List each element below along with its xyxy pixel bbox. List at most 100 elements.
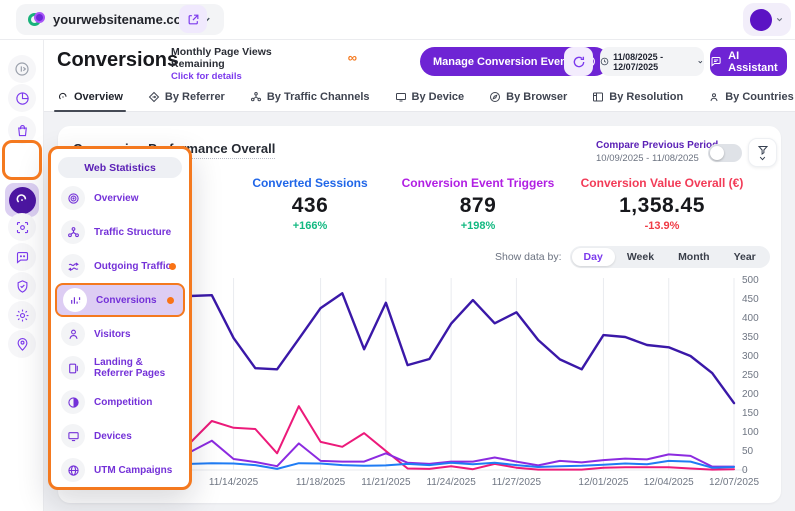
competition-icon: [61, 390, 85, 414]
tabs-bar: Overview By Referrer By Traffic Channels…: [44, 83, 795, 112]
site-name: yourwebsitename.com: [53, 12, 194, 27]
ai-button-label: AI Assistant: [728, 49, 778, 74]
open-site-button[interactable]: [179, 5, 207, 33]
menu-item-overview[interactable]: Overview: [55, 181, 185, 215]
menu-item-label: UTM Campaigns: [94, 464, 173, 476]
outgoing-traffic-icon: [61, 254, 85, 278]
menu-item-label: Competition: [94, 396, 153, 408]
visitors-icon: [61, 322, 85, 346]
web-statistics-menu: Web Statistics Overview Traffic Structur…: [48, 146, 192, 490]
menu-item-label: Traffic Structure: [94, 226, 172, 238]
top-bar: yourwebsitename.com: [0, 0, 795, 40]
svg-text:11/21/2025: 11/21/2025: [361, 477, 411, 488]
rail-item-local[interactable]: [8, 330, 36, 358]
conversions-icon: [63, 288, 87, 312]
tab-by-referrer[interactable]: By Referrer: [148, 83, 225, 112]
menu-item-conversions[interactable]: Conversions: [55, 283, 185, 317]
tab-label: Overview: [74, 91, 123, 103]
refresh-button[interactable]: [564, 47, 593, 76]
devices-icon: [61, 424, 85, 448]
tab-by-browser[interactable]: By Browser: [489, 83, 567, 112]
svg-text:350: 350: [742, 332, 759, 343]
svg-text:400: 400: [742, 313, 759, 324]
refresh-icon: [573, 56, 584, 67]
page-header: Conversions Monthly Page Views Remaining…: [44, 40, 795, 91]
menu-item-label: Landing & Referrer Pages: [94, 357, 166, 379]
manage-button-label: Manage Conversion Events: [433, 55, 577, 68]
quota-value: ∞: [347, 50, 357, 65]
traffic-structure-icon: [61, 220, 85, 244]
tab-by-device[interactable]: By Device: [395, 83, 465, 112]
svg-text:500: 500: [742, 275, 759, 286]
shield-check-icon: [17, 279, 27, 293]
overview-icon: [61, 186, 85, 210]
site-favicon: [28, 11, 45, 28]
menu-item-visitors[interactable]: Visitors: [55, 317, 185, 351]
menu-item-outgoing-traffic[interactable]: Outgoing Traffic: [55, 249, 185, 283]
svg-text:11/14/2025: 11/14/2025: [209, 477, 259, 488]
shopping-bag-icon: [17, 124, 27, 136]
resolution-icon: [593, 92, 604, 102]
device-icon: [395, 93, 406, 102]
menu-item-utm-campaigns[interactable]: UTM Campaigns: [55, 453, 185, 487]
collapse-icon: [15, 62, 29, 76]
tab-label: By Referrer: [164, 91, 225, 103]
page-title: Conversions: [57, 49, 179, 71]
date-range-value: 11/08/2025 - 12/07/2025: [613, 51, 664, 72]
tab-overview[interactable]: Overview: [54, 83, 126, 112]
menu-item-label: Overview: [94, 192, 139, 204]
chevron-down-icon: [698, 60, 703, 63]
svg-text:12/01/2025: 12/01/2025: [578, 477, 628, 488]
ai-assistant-button[interactable]: AI Assistant: [710, 47, 787, 76]
svg-text:12/04/2025: 12/04/2025: [644, 477, 694, 488]
svg-text:200: 200: [742, 389, 759, 400]
svg-text:11/24/2025: 11/24/2025: [426, 477, 476, 488]
rail-item-crawler[interactable]: [8, 213, 36, 241]
tab-by-countries[interactable]: By Countries: [708, 83, 794, 112]
utm-campaigns-icon: [61, 458, 85, 482]
web-statistics-icon: [8, 186, 36, 214]
user-menu[interactable]: [743, 3, 791, 36]
gear-icon: [16, 309, 28, 321]
rail-item-analytics[interactable]: [8, 84, 36, 112]
external-link-icon: [188, 14, 198, 24]
rail-item-web-statistics[interactable]: [5, 183, 39, 217]
pie-chart-icon: [15, 91, 29, 105]
svg-text:100: 100: [742, 427, 759, 438]
left-icon-rail: [0, 40, 44, 511]
rail-item-chat[interactable]: [8, 243, 36, 271]
collapse-sidebar-button[interactable]: [8, 55, 36, 83]
tab-label: By Device: [411, 91, 465, 103]
svg-text:150: 150: [742, 408, 759, 419]
menu-item-label: Visitors: [94, 328, 131, 340]
svg-text:300: 300: [742, 351, 759, 362]
menu-items: Overview Traffic Structure Outgoing Traf…: [51, 181, 189, 487]
tab-label: By Browser: [506, 91, 568, 103]
svg-text:450: 450: [742, 294, 759, 305]
menu-item-traffic-structure[interactable]: Traffic Structure: [55, 215, 185, 249]
countries-icon: [710, 93, 718, 102]
tab-by-traffic-channels[interactable]: By Traffic Channels: [250, 83, 370, 112]
browser-icon: [490, 92, 501, 102]
overview-icon: [59, 92, 67, 100]
menu-item-devices[interactable]: Devices: [55, 419, 185, 453]
assistant-chat-icon: [711, 56, 721, 67]
tab-label: By Traffic Channels: [266, 91, 370, 103]
svg-text:12/07/2025: 12/07/2025: [709, 477, 759, 488]
tab-by-resolution[interactable]: By Resolution: [592, 83, 683, 112]
menu-item-landing-referrer-pages[interactable]: Landing & Referrer Pages: [55, 351, 185, 385]
menu-item-label: Devices: [94, 430, 132, 442]
menu-item-competition[interactable]: Competition: [55, 385, 185, 419]
menu-header: Web Statistics: [58, 157, 182, 178]
notification-dot: [169, 262, 176, 270]
notification-dot: [167, 296, 174, 304]
svg-text:11/27/2025: 11/27/2025: [492, 477, 542, 488]
rail-item-security[interactable]: [8, 272, 36, 300]
svg-text:50: 50: [742, 446, 754, 457]
quota-details-link[interactable]: Click for details: [171, 71, 321, 82]
tab-label: By Resolution: [609, 91, 684, 103]
rail-item-store[interactable]: [8, 116, 36, 144]
svg-text:11/18/2025: 11/18/2025: [296, 477, 346, 488]
rail-item-settings[interactable]: [8, 301, 36, 329]
date-range-picker[interactable]: 11/08/2025 - 12/07/2025: [600, 47, 704, 76]
